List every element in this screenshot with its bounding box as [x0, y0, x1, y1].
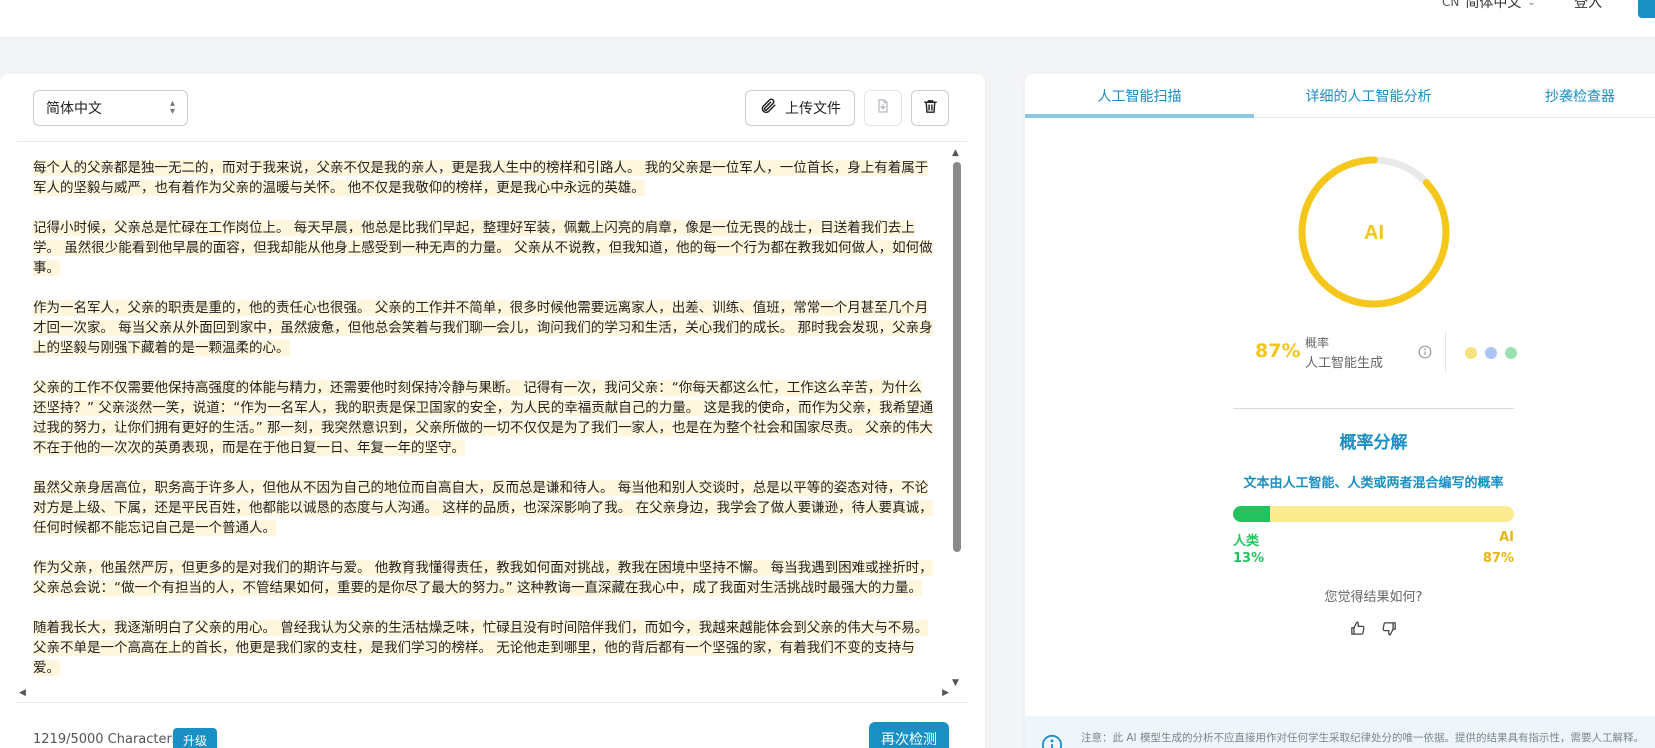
- editor-panel: 简体中文 ▴ ▾ 上传文件 每个人的父亲都是独一无二的，而对于我来说，父亲不仅是我…: [0, 74, 985, 748]
- ai-percent: 87%: [1255, 340, 1301, 362]
- results-panel: 人工智能扫描 详细的人工智能分析 抄袭检查器 AI 87% 概率 人工智能生成 …: [1025, 74, 1655, 748]
- language-label: 简体中文: [1465, 0, 1522, 11]
- breakdown-subtitle: 文本由人工智能、人类或两者混合编写的概率: [1243, 476, 1504, 491]
- paragraph: 随着我长大，我逐渐明白了父亲的用心。 曾经我认为父亲的生活枯燥乏味，忙碌且没有时…: [33, 620, 929, 676]
- probability-label: 概率: [1305, 336, 1330, 350]
- probability-summary: 87% 概率 人工智能生成: [1255, 332, 1535, 372]
- disclaimer-text: 注意：此 AI 模型生成的分析不应直接用作对任何学生采取纪律处分的唯一依据。提供…: [1081, 732, 1644, 744]
- human-label: 人类: [1233, 534, 1260, 549]
- scroll-up-icon[interactable]: ▲: [952, 148, 959, 158]
- select-caret-icon: ▴ ▾: [169, 98, 175, 117]
- tab-ai-scan[interactable]: 人工智能扫描: [1025, 74, 1254, 118]
- scroll-thumb[interactable]: [953, 162, 961, 552]
- thumbs-up-icon[interactable]: [1349, 620, 1366, 641]
- ai-label: AI: [1499, 530, 1514, 545]
- language-select[interactable]: 简体中文 ▴ ▾: [33, 90, 188, 126]
- trash-icon: [922, 98, 939, 119]
- ai-generated-label: 人工智能生成: [1305, 356, 1384, 371]
- paragraph: 父亲的工作不仅需要他保持高强度的体能与精力，还需要他时刻保持冷静与果断。 记得有…: [33, 380, 934, 456]
- toolbar-divider: [17, 141, 967, 142]
- vertical-scrollbar[interactable]: ▲ ▼: [951, 148, 963, 688]
- login-link[interactable]: 登入: [1574, 0, 1602, 12]
- download-button[interactable]: [864, 90, 902, 126]
- scroll-right-icon[interactable]: ▶: [942, 688, 949, 698]
- disclaimer-notice: 注意：此 AI 模型生成的分析不应直接用作对任何学生采取纪律处分的唯一依据。提供…: [1025, 716, 1655, 748]
- upload-file-button[interactable]: 上传文件: [745, 90, 855, 126]
- ai-probability-gauge: AI: [1298, 156, 1450, 308]
- top-action-button[interactable]: [1638, 0, 1655, 18]
- paragraph: 作为一名军人，父亲的职责是重的，他的责任心也很强。 父亲的工作并不简单，很多时候…: [33, 300, 933, 356]
- paperclip-icon: [759, 97, 777, 119]
- paragraph: 记得小时候，父亲总是忙碌在工作岗位上。 每天早晨，他总是比我们早起，整理好军装，…: [33, 220, 933, 276]
- probability-bar: [1233, 506, 1514, 522]
- paragraph: 每个人的父亲都是独一无二的，而对于我来说，父亲不仅是我的亲人，更是我人生中的榜样…: [33, 160, 929, 196]
- horizontal-scrollbar[interactable]: ◀ ▶: [17, 688, 951, 700]
- upgrade-button[interactable]: 升级: [173, 728, 218, 748]
- info-icon[interactable]: [1418, 344, 1432, 363]
- file-download-icon: [875, 98, 891, 118]
- scroll-down-icon[interactable]: ▼: [952, 678, 959, 688]
- breakdown-title: 概率分解: [1339, 433, 1408, 453]
- text-input-area[interactable]: 每个人的父亲都是独一无二的，而对于我来说，父亲不仅是我的亲人，更是我人生中的榜样…: [17, 148, 951, 688]
- results-tabs: 人工智能扫描 详细的人工智能分析 抄袭检查器: [1025, 74, 1655, 118]
- gauge-label: AI: [1364, 222, 1384, 244]
- recheck-button[interactable]: 再次检测: [869, 722, 949, 748]
- top-bar: CN 简体中文 ⌄ 登入: [0, 0, 1655, 38]
- feedback-question: 您觉得结果如何?: [1324, 590, 1423, 605]
- scroll-left-icon[interactable]: ◀: [19, 688, 26, 698]
- tab-plagiarism-checker[interactable]: 抄袭检查器: [1545, 74, 1655, 118]
- thumbs-down-icon[interactable]: [1381, 620, 1398, 641]
- footer-divider: [17, 702, 967, 703]
- human-percent: 13%: [1233, 551, 1265, 566]
- summary-divider: [1445, 332, 1446, 372]
- chevron-down-icon: ⌄: [1527, 0, 1536, 8]
- ai-bar-percent: 87%: [1482, 551, 1514, 566]
- tab-detailed-analysis[interactable]: 详细的人工智能分析: [1254, 74, 1483, 118]
- language-switcher[interactable]: CN 简体中文 ⌄: [1442, 0, 1536, 12]
- upload-file-label: 上传文件: [785, 101, 841, 117]
- legend-dot-ai: [1465, 347, 1477, 359]
- language-code: CN: [1442, 0, 1460, 9]
- human-bar-fill: [1233, 506, 1270, 522]
- paragraph: 虽然父亲身居高位，职务高于许多人，但他从不因为自己的地位而自高自大，反而总是谦和…: [33, 480, 933, 536]
- clear-text-button[interactable]: [911, 90, 949, 126]
- language-select-value: 简体中文: [46, 101, 102, 117]
- active-tab-indicator: [1025, 114, 1254, 118]
- legend-dot-human: [1505, 347, 1517, 359]
- legend-dot-mixed: [1485, 347, 1497, 359]
- info-circle-icon: [1041, 734, 1063, 748]
- character-count: 1219/5000 Characters: [33, 732, 179, 747]
- paragraph: 作为父亲，他虽然严厉，但更多的是对我们的期许与爱。 他教育我懂得责任，教我如何面…: [33, 560, 933, 596]
- section-divider: [1233, 408, 1514, 409]
